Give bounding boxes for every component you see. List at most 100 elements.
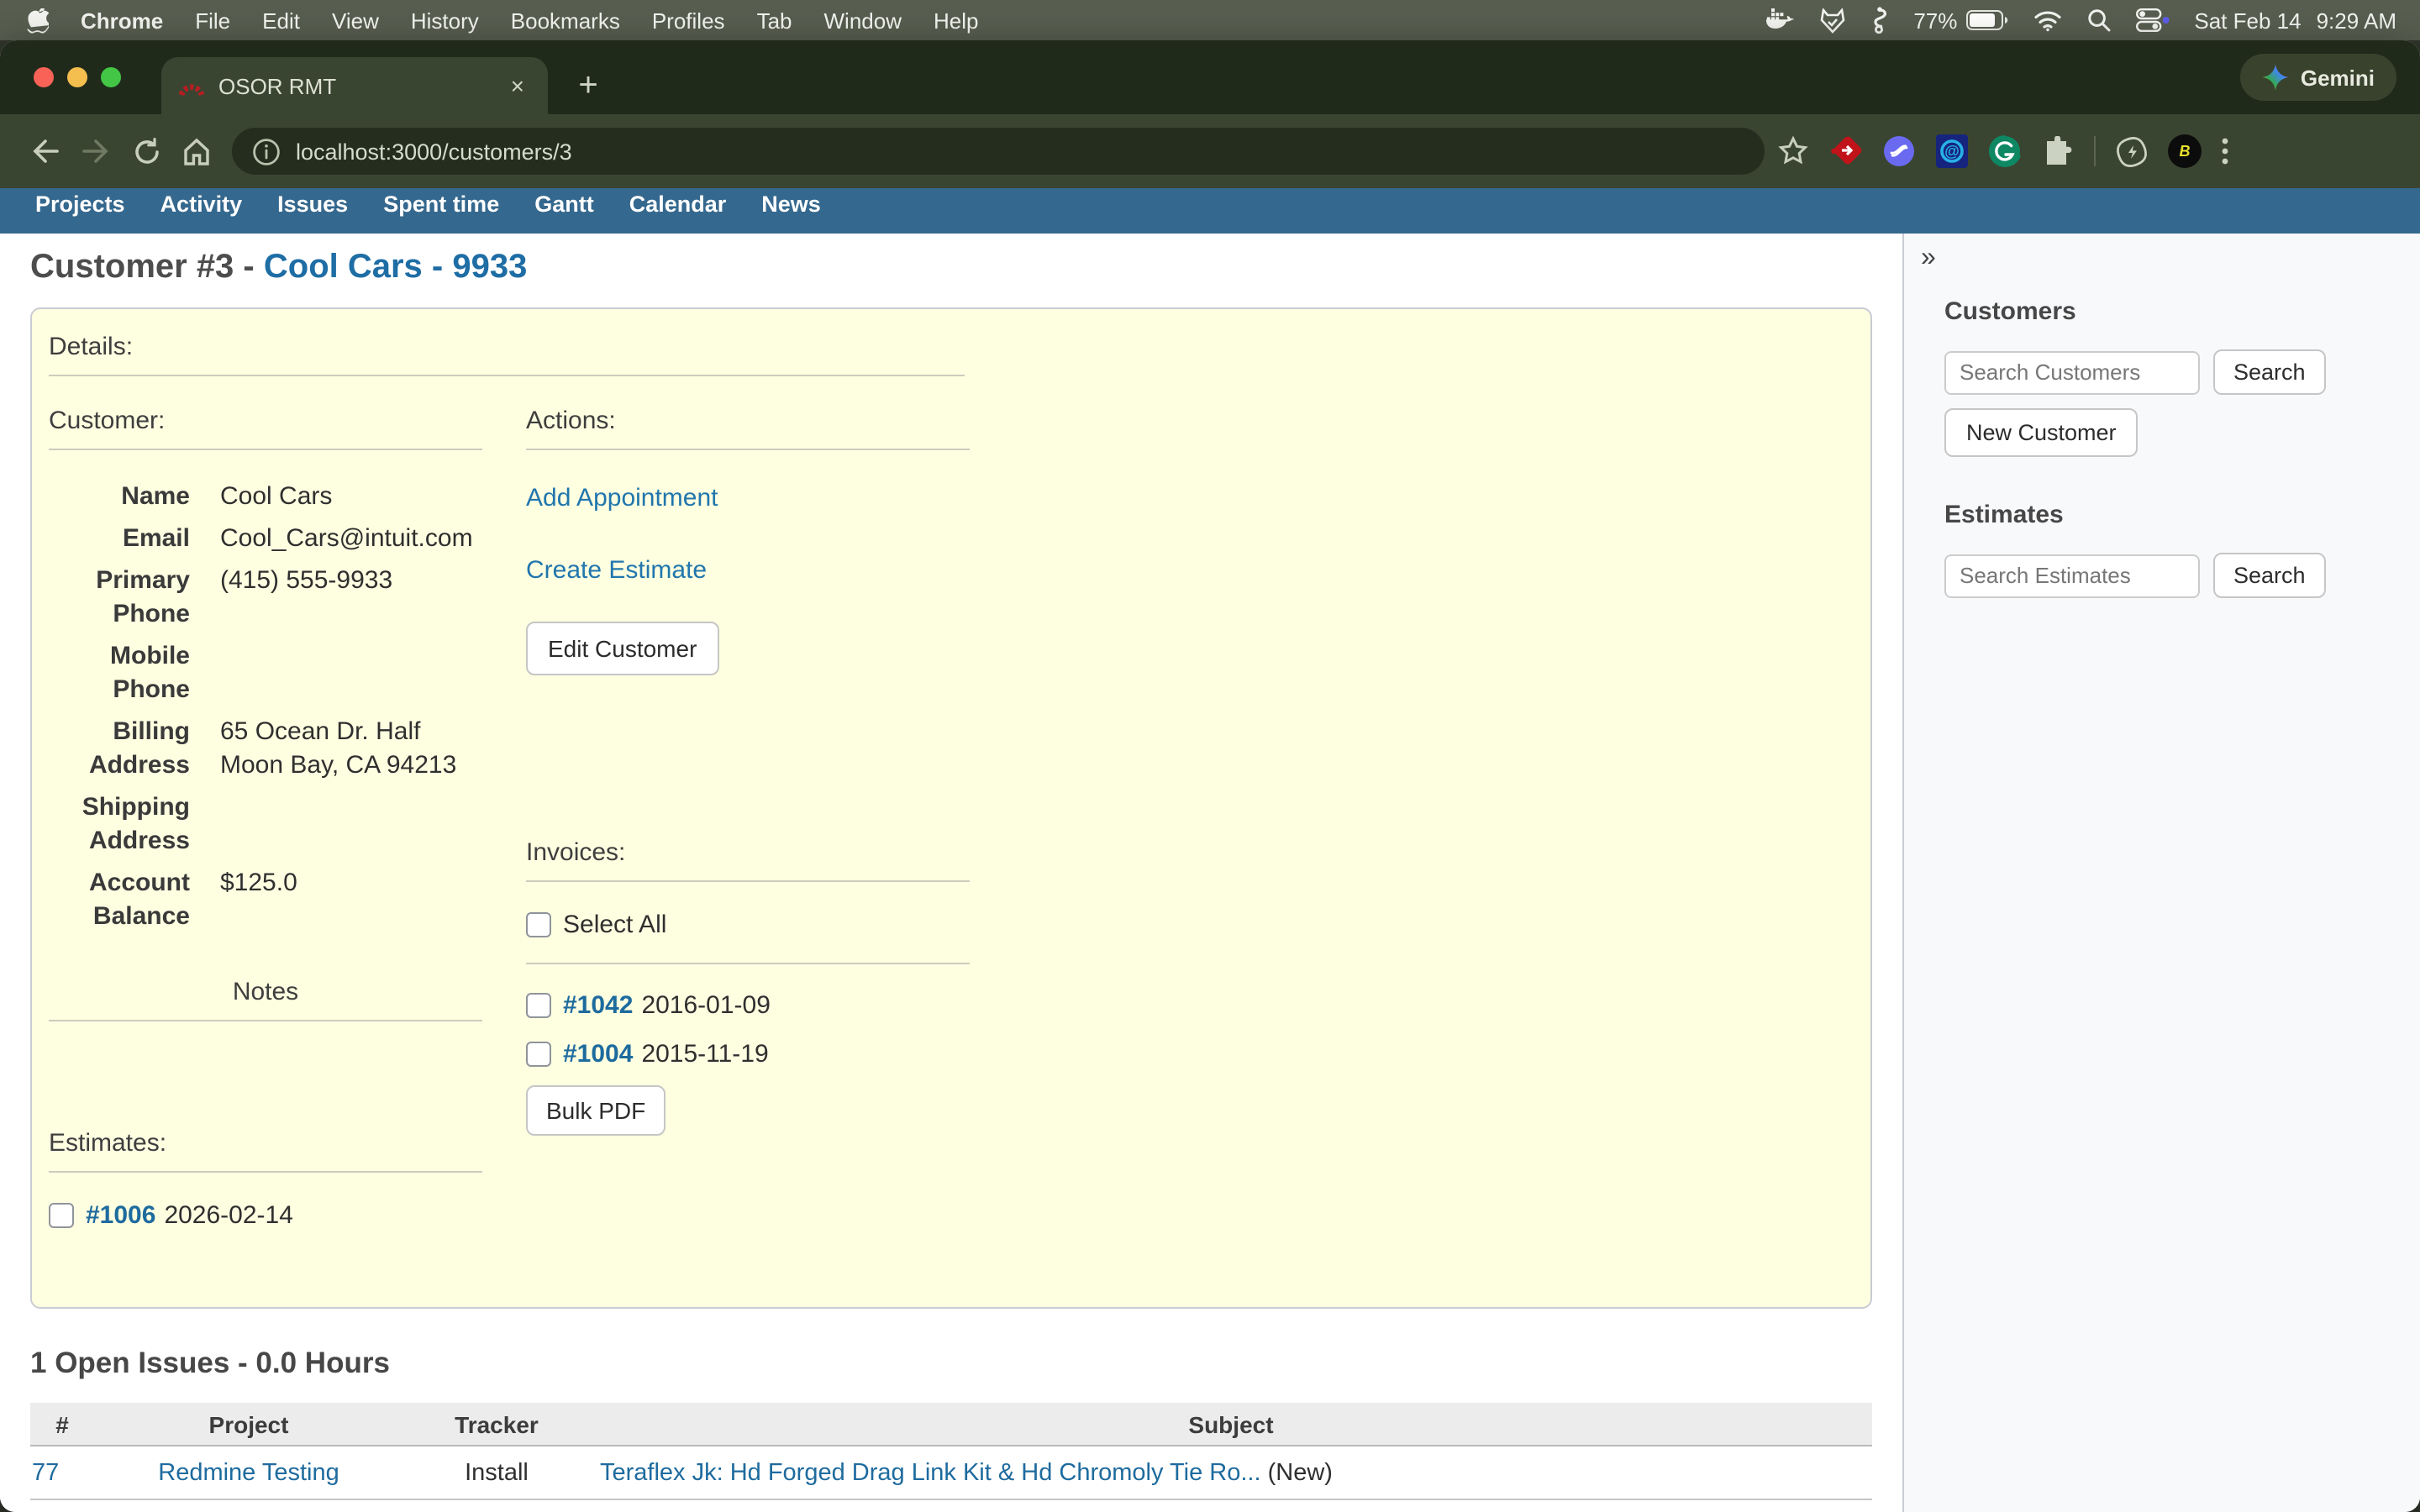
open-issues-table: # Project Tracker Subject 77 Redmine Tes…: [30, 1403, 1872, 1500]
wifi-icon[interactable]: [2033, 9, 2061, 31]
issue-status: (New): [1261, 1459, 1333, 1486]
menu-help[interactable]: Help: [934, 8, 979, 33]
nav-news[interactable]: News: [761, 191, 821, 216]
minimize-button[interactable]: [67, 67, 87, 87]
issue-subject-link[interactable]: Teraflex Jk: Hd Forged Drag Link Kit & H…: [600, 1459, 1261, 1486]
menu-history[interactable]: History: [411, 8, 479, 33]
col-header-project: Project: [94, 1403, 403, 1446]
nav-gantt[interactable]: Gantt: [534, 191, 594, 216]
add-appointment-link[interactable]: Add Appointment: [526, 484, 970, 512]
browser-tab[interactable]: OSOR RMT ×: [161, 57, 548, 114]
extensions-puzzle-icon[interactable]: [2042, 135, 2074, 167]
field-label-shipping-address: Shipping Address: [49, 791, 190, 858]
close-button[interactable]: [34, 67, 54, 87]
edit-customer-button[interactable]: Edit Customer: [526, 622, 718, 675]
serpent-icon[interactable]: [1870, 7, 1888, 34]
grammarly-icon[interactable]: [1988, 134, 2022, 168]
customer-section-heading: Customer:: [49, 407, 482, 435]
actions-section-heading: Actions:: [526, 407, 970, 435]
site-info-icon[interactable]: [252, 137, 281, 165]
nav-spent-time[interactable]: Spent time: [383, 191, 499, 216]
extension-icon-red[interactable]: [1828, 134, 1862, 168]
search-customers-button[interactable]: Search: [2213, 349, 2326, 395]
page-title: Customer #3 - Cool Cars - 9933: [30, 249, 1901, 287]
address-bar[interactable]: localhost:3000/customers/3: [232, 128, 1765, 175]
spotlight-search-icon[interactable]: [2086, 8, 2110, 32]
issue-id-link[interactable]: 77: [32, 1459, 59, 1486]
nav-issues[interactable]: Issues: [277, 191, 348, 216]
select-all-row: Select All: [526, 911, 970, 939]
zoom-button[interactable]: [101, 67, 121, 87]
badge-check-icon[interactable]: [1819, 8, 1844, 33]
menubar-time[interactable]: 9:29 AM: [2317, 8, 2396, 33]
field-label-email: Email: [49, 522, 190, 556]
field-value-shipping-address: [220, 791, 472, 858]
menubar-date[interactable]: Sat Feb 14: [2194, 8, 2301, 33]
search-estimates-input[interactable]: [1944, 554, 2200, 597]
bookmark-star-icon[interactable]: [1778, 136, 1808, 166]
invoice-link-1004[interactable]: #1004: [563, 1040, 633, 1068]
menu-file[interactable]: File: [195, 8, 230, 33]
battery-saver-icon[interactable]: [2116, 135, 2148, 167]
estimate-checkbox[interactable]: [49, 1203, 74, 1228]
new-customer-button[interactable]: New Customer: [1944, 408, 2139, 457]
field-label-account-balance: Account Balance: [49, 867, 190, 934]
select-all-checkbox[interactable]: [526, 912, 551, 937]
menu-kebab-icon[interactable]: [2222, 138, 2228, 165]
new-tab-icon[interactable]: +: [568, 66, 608, 106]
menu-bookmarks[interactable]: Bookmarks: [511, 8, 620, 33]
main-content: Customer #3 - Cool Cars - 9933 Details: …: [0, 249, 1901, 1512]
control-center-icon[interactable]: [2135, 8, 2169, 32]
issue-project-link[interactable]: Redmine Testing: [158, 1459, 339, 1486]
bulk-pdf-button[interactable]: Bulk PDF: [526, 1085, 666, 1136]
extension-icon-lock[interactable]: @: [1936, 134, 1968, 168]
gemini-button[interactable]: Gemini: [2240, 54, 2396, 101]
tab-close-icon[interactable]: ×: [504, 71, 531, 101]
toolbar-separator: [2094, 136, 2096, 166]
invoices-section-heading: Invoices:: [526, 838, 970, 867]
battery-icon[interactable]: [1965, 10, 2007, 30]
col-header-id: #: [30, 1403, 94, 1446]
collapse-sidebar-icon[interactable]: »: [1921, 244, 1954, 274]
estimate-link[interactable]: #1006: [86, 1201, 155, 1230]
menu-tab[interactable]: Tab: [757, 8, 792, 33]
forward-icon[interactable]: [71, 126, 121, 176]
apple-icon[interactable]: [27, 8, 49, 33]
field-label-primary-phone: Primary Phone: [49, 564, 190, 632]
field-value-name: Cool Cars: [220, 480, 472, 514]
nav-calendar[interactable]: Calendar: [629, 191, 727, 216]
menu-profiles[interactable]: Profiles: [652, 8, 725, 33]
docker-icon[interactable]: [1765, 8, 1794, 32]
customer-name-link[interactable]: Cool Cars - 9933: [264, 249, 527, 286]
issue-tracker: Install: [403, 1446, 590, 1499]
home-icon[interactable]: [171, 126, 222, 176]
macos-menubar: Chrome File Edit View History Bookmarks …: [0, 0, 2420, 40]
menubar-app-name[interactable]: Chrome: [81, 8, 163, 33]
tab-title: OSOR RMT: [218, 73, 504, 98]
nav-activity[interactable]: Activity: [160, 191, 243, 216]
invoice-checkbox-1042[interactable]: [526, 993, 551, 1018]
menu-view[interactable]: View: [332, 8, 379, 33]
profile-avatar[interactable]: B: [2168, 134, 2202, 168]
extension-icon-purple[interactable]: [1882, 134, 1916, 168]
nav-projects[interactable]: Projects: [35, 191, 125, 216]
field-value-mobile-phone: [220, 640, 472, 707]
sidebar-customers-heading: Customers: [1944, 297, 2396, 326]
field-value-billing-address: 65 Ocean Dr. Half Moon Bay, CA 94213: [220, 716, 472, 783]
back-icon[interactable]: [20, 126, 71, 176]
menu-edit[interactable]: Edit: [262, 8, 300, 33]
tab-strip: OSOR RMT × + Gemini: [0, 40, 2420, 114]
search-customers-input[interactable]: [1944, 350, 2200, 394]
menu-window[interactable]: Window: [824, 8, 902, 33]
sidebar: » Customers Search New Customer Estimate…: [1902, 234, 2420, 1512]
invoice-checkbox-1004[interactable]: [526, 1042, 551, 1067]
search-estimates-button[interactable]: Search: [2213, 553, 2326, 598]
url-text: localhost:3000/customers/3: [296, 139, 572, 164]
top-navigation: Projects Activity Issues Spent time Gant…: [0, 188, 2420, 234]
select-all-label: Select All: [563, 911, 666, 939]
gemini-sparkle-icon: [2262, 64, 2289, 91]
reload-icon[interactable]: [121, 126, 171, 176]
create-estimate-link[interactable]: Create Estimate: [526, 556, 970, 585]
invoice-link-1042[interactable]: #1042: [563, 991, 633, 1020]
table-row: 77 Redmine Testing Install Teraflex Jk: …: [30, 1446, 1872, 1499]
